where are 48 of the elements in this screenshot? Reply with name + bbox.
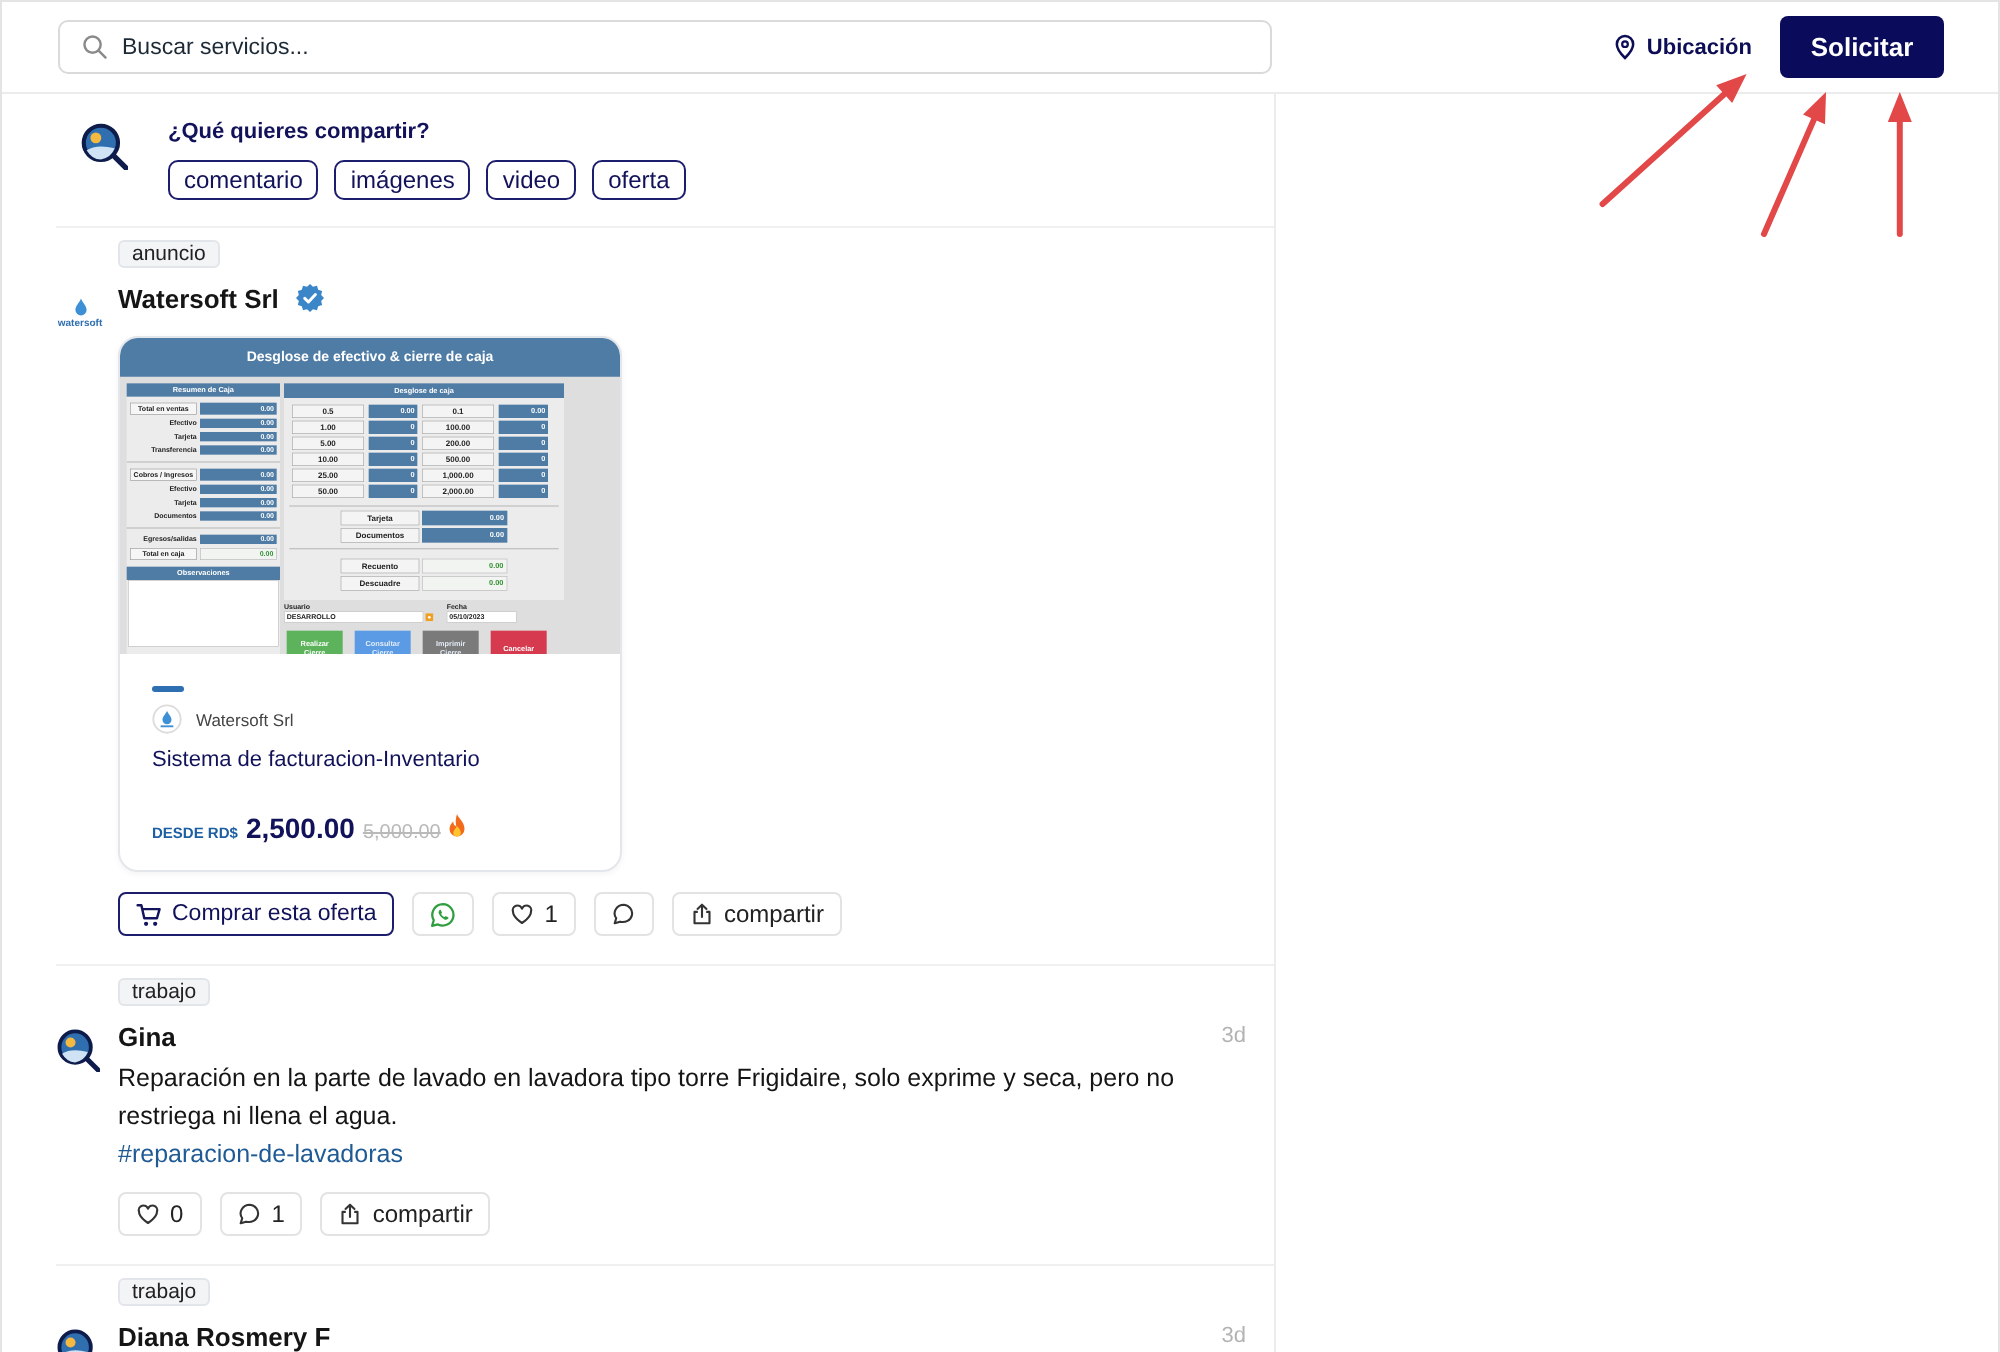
like-button[interactable]: 1 [492, 892, 576, 936]
post-tag: trabajo [118, 978, 211, 1006]
location-pin-icon [1614, 34, 1637, 60]
post-type-button[interactable]: comentario [168, 160, 319, 200]
heart-icon [510, 902, 535, 926]
composer-prompt: ¿Qué quieres compartir? [168, 118, 430, 146]
request-button[interactable]: Solicitar [1780, 16, 1944, 78]
heart-icon [136, 1202, 160, 1226]
whatsapp-button[interactable] [412, 892, 475, 936]
seller-logo-icon [152, 704, 182, 734]
buy-offer-button[interactable]: Comprar esta oferta [118, 892, 395, 936]
speech-bubble-icon [611, 902, 636, 926]
hashtag-link[interactable]: #reparacion-de-lavadoras [118, 1138, 403, 1172]
author-name: Gina [118, 1021, 176, 1051]
picture-magnifier-icon [56, 1028, 100, 1072]
author-name: Diana Rosmery F [118, 1321, 331, 1351]
like-button[interactable]: 0 [118, 1192, 202, 1236]
flame-icon [448, 814, 467, 838]
droplet-icon [73, 298, 87, 316]
cart-icon [136, 901, 162, 927]
post-tag: anuncio [118, 240, 220, 268]
share-button[interactable]: compartir [320, 1192, 491, 1236]
post-type-button[interactable]: video [486, 160, 577, 200]
phone-bubble-icon [430, 901, 457, 927]
search-field[interactable]: Buscar servicios... [58, 20, 1272, 74]
share-button[interactable]: compartir [671, 892, 842, 936]
location-link[interactable]: Ubicación [1614, 34, 1752, 60]
comment-button[interactable] [593, 892, 654, 936]
picture-magnifier-icon [80, 122, 128, 170]
price: 2,500.00 [245, 812, 355, 844]
old-price: 5,000.00 [362, 822, 441, 844]
post-text: Reparación en la parte de lavado en lavadora tipo torre Frigidaire, solo exprime y seca, pero no restriega ni llena el agua. [118, 1062, 1177, 1134]
search-icon [82, 34, 108, 60]
accent-bar [152, 686, 184, 692]
post-type-button[interactable]: imágenes [334, 160, 471, 200]
share-icon [689, 902, 714, 926]
share-icon [338, 1202, 363, 1226]
seller-name: Watersoft Srl [196, 709, 294, 729]
post-time: 3d [1221, 1324, 1246, 1348]
post-tag: trabajo [118, 1278, 211, 1306]
post-type-button[interactable]: oferta [592, 160, 686, 200]
picker-icon [425, 613, 434, 621]
speech-bubble-icon [237, 1202, 262, 1226]
offer-card[interactable] [118, 336, 622, 872]
author-name: Watersoft Srl [118, 283, 279, 313]
post-time: 3d [1221, 1024, 1246, 1048]
comment-button[interactable]: 1 [219, 1192, 303, 1236]
offer-title: Sistema de facturacion-Inventario [152, 748, 480, 772]
